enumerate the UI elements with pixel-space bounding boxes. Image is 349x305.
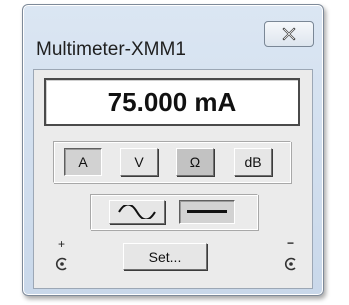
- signal-type-group: [90, 194, 258, 230]
- terminal-connector-icon: [55, 257, 67, 271]
- terminal-connector-icon: [284, 257, 296, 271]
- close-button[interactable]: [264, 21, 314, 47]
- positive-terminal-label: +: [58, 237, 66, 251]
- ohmmeter-mode-button[interactable]: Ω: [176, 148, 214, 176]
- sine-wave-icon: [118, 205, 156, 219]
- close-icon: [282, 27, 296, 41]
- dc-mode-button[interactable]: [179, 200, 235, 224]
- dc-line-icon: [187, 210, 227, 213]
- positive-terminal[interactable]: [55, 256, 69, 272]
- reading-display: 75.000 mA: [44, 78, 300, 126]
- instrument-panel: 75.000 mA A V Ω dB + Set... −: [33, 69, 313, 289]
- settings-button[interactable]: Set...: [123, 243, 207, 270]
- multimeter-window: Multimeter-XMM1 75.000 mA A V Ω dB + Set…: [22, 4, 324, 296]
- ammeter-mode-button[interactable]: A: [64, 148, 102, 176]
- ac-mode-button[interactable]: [109, 200, 165, 224]
- negative-terminal[interactable]: [284, 256, 298, 272]
- voltmeter-mode-button[interactable]: V: [120, 148, 158, 176]
- measurement-mode-group: A V Ω dB: [53, 141, 291, 183]
- window-title: Multimeter-XMM1: [36, 39, 186, 60]
- negative-terminal-label: −: [287, 236, 295, 250]
- decibel-mode-button[interactable]: dB: [234, 148, 272, 176]
